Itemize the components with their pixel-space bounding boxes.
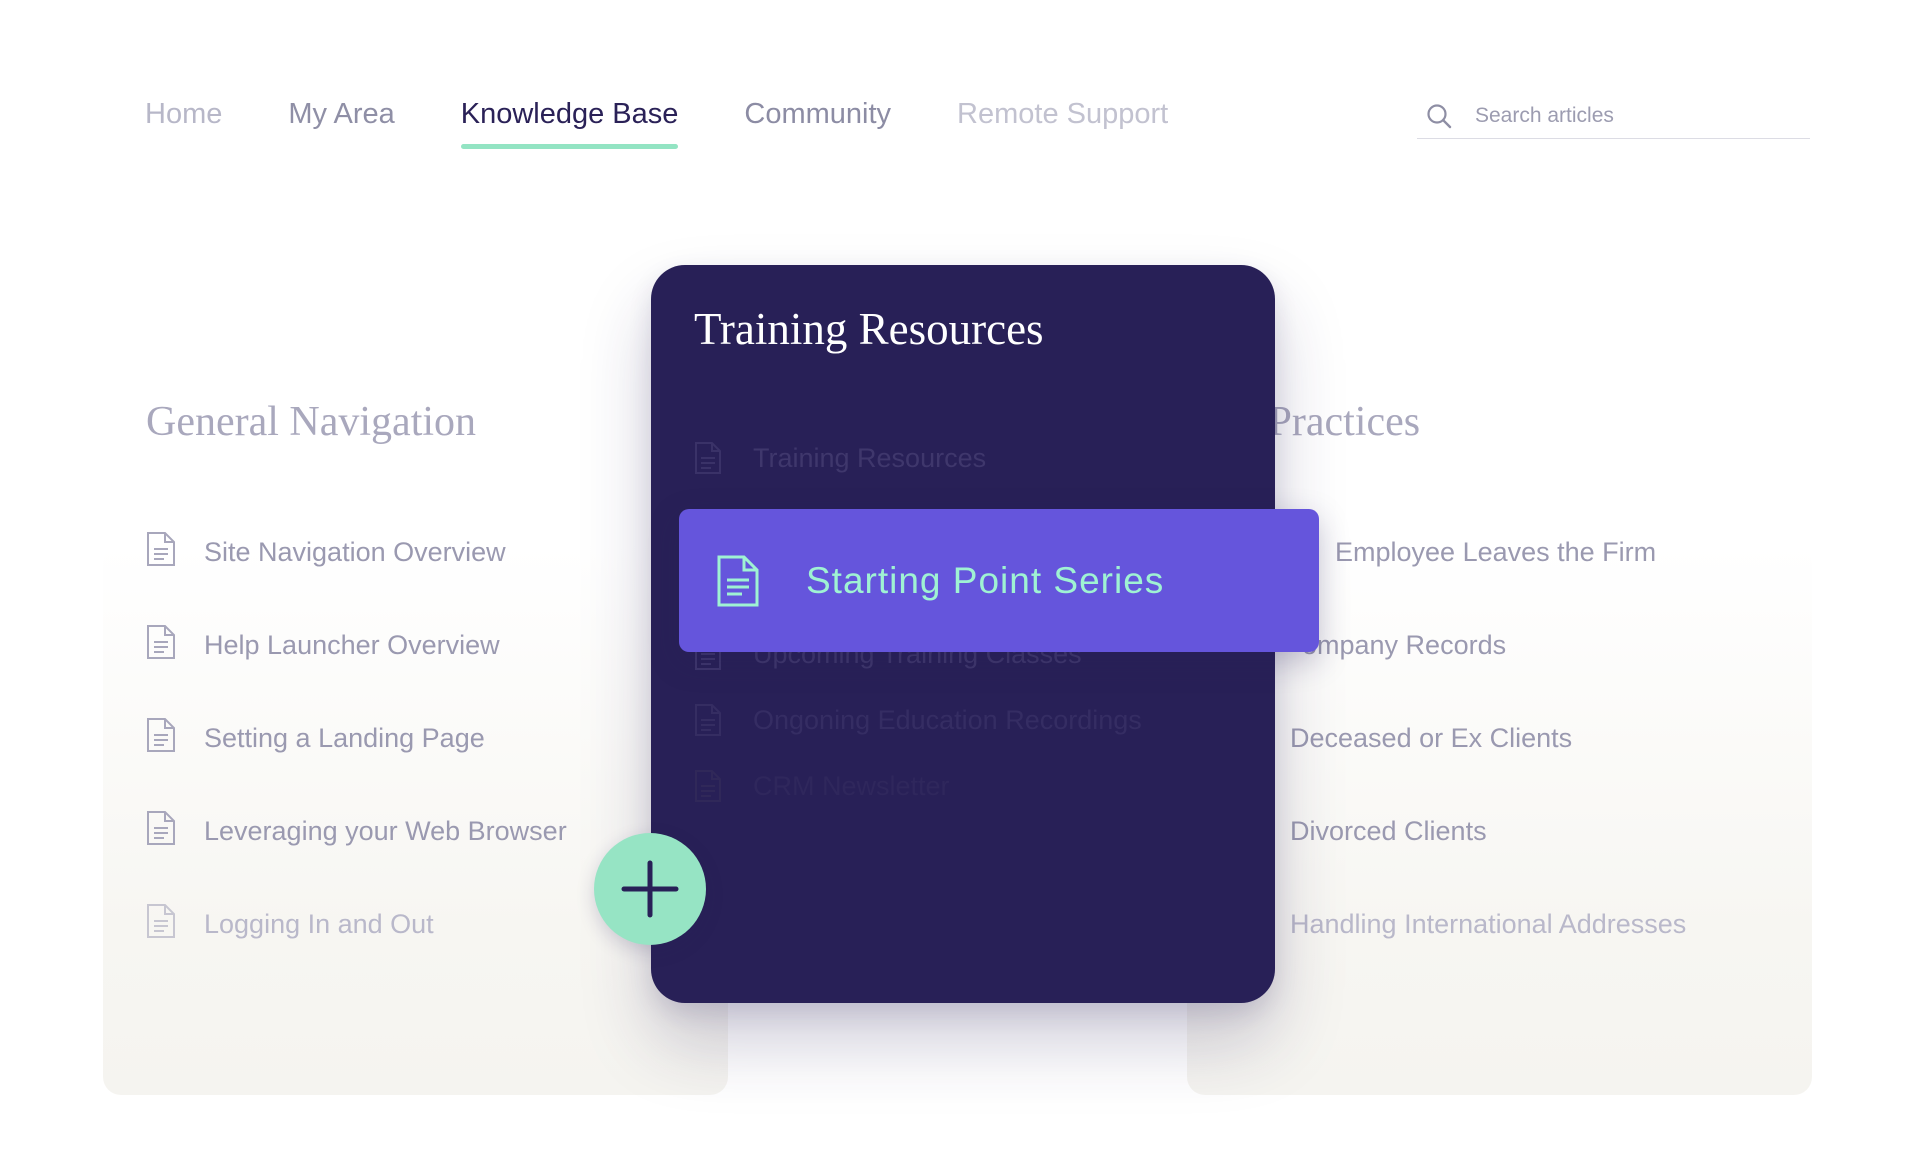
- document-icon: [695, 704, 721, 736]
- list-item[interactable]: Logging In and Out: [146, 902, 567, 995]
- nav-community[interactable]: Community: [744, 96, 891, 132]
- list-item[interactable]: Site Navigation Overview: [146, 530, 567, 623]
- document-icon: [717, 555, 759, 606]
- popup-list-item-label: CRM Newsletter: [753, 770, 950, 801]
- list-item[interactable]: Help Launcher Overview: [146, 623, 567, 716]
- popup-list-item[interactable]: Ongoning Education Recordings: [694, 701, 1142, 739]
- popup-list-item[interactable]: Training Resources: [694, 439, 1142, 477]
- list-item-label: Site Navigation Overview: [204, 537, 506, 567]
- document-icon: [147, 811, 175, 845]
- popup-title: Training Resources: [694, 304, 1044, 354]
- left-column-title: General Navigation: [146, 399, 477, 445]
- left-article-list: Site Navigation Overview Help Launcher O…: [146, 530, 567, 995]
- top-nav: Home My Area Knowledge Base Community Re…: [145, 96, 1168, 149]
- right-article-list: Employee Leaves the Firm ompany Records …: [1290, 530, 1686, 995]
- starting-point-series-item[interactable]: Starting Point Series: [679, 509, 1319, 652]
- list-item-label: Handling International Addresses: [1290, 909, 1687, 939]
- plus-icon: [621, 860, 679, 918]
- list-item-label: Logging In and Out: [204, 909, 434, 939]
- nav-my-area[interactable]: My Area: [288, 96, 394, 132]
- list-item-label: Divorced Clients: [1290, 816, 1487, 846]
- list-item-label: Help Launcher Overview: [204, 630, 500, 660]
- search-icon[interactable]: [1425, 102, 1453, 130]
- document-icon: [695, 442, 721, 474]
- list-item[interactable]: ompany Records: [1302, 623, 1686, 716]
- nav-home[interactable]: Home: [145, 96, 222, 132]
- document-icon: [147, 625, 175, 659]
- list-item[interactable]: Handling International Addresses: [1290, 902, 1686, 995]
- nav-knowledge-base[interactable]: Knowledge Base: [460, 96, 678, 149]
- nav-remote-support[interactable]: Remote Support: [957, 96, 1168, 132]
- list-item[interactable]: Employee Leaves the Firm: [1335, 530, 1686, 623]
- list-item[interactable]: Divorced Clients: [1290, 809, 1686, 902]
- list-item-label: Leveraging your Web Browser: [204, 816, 567, 846]
- popup-list-item[interactable]: CRM Newsletter: [694, 767, 1142, 805]
- popup-list-item-label: Training Resources: [753, 442, 987, 473]
- list-item-label: Setting a Landing Page: [204, 723, 485, 753]
- list-item[interactable]: Leveraging your Web Browser: [146, 809, 567, 902]
- list-item-label: Deceased or Ex Clients: [1290, 723, 1573, 753]
- document-icon: [147, 532, 175, 566]
- add-button[interactable]: [594, 833, 706, 945]
- list-item-label: Employee Leaves the Firm: [1335, 537, 1657, 567]
- document-icon: [695, 770, 721, 802]
- list-item[interactable]: Deceased or Ex Clients: [1290, 716, 1686, 809]
- search-input[interactable]: [1473, 98, 1797, 134]
- document-icon: [147, 904, 175, 938]
- list-item[interactable]: Setting a Landing Page: [146, 716, 567, 809]
- list-item-label: ompany Records: [1302, 630, 1507, 660]
- starting-point-series-label: Starting Point Series: [806, 559, 1165, 601]
- document-icon: [147, 718, 175, 752]
- popup-list-item-label: Ongoning Education Recordings: [753, 704, 1142, 735]
- search-bar: [1417, 98, 1810, 139]
